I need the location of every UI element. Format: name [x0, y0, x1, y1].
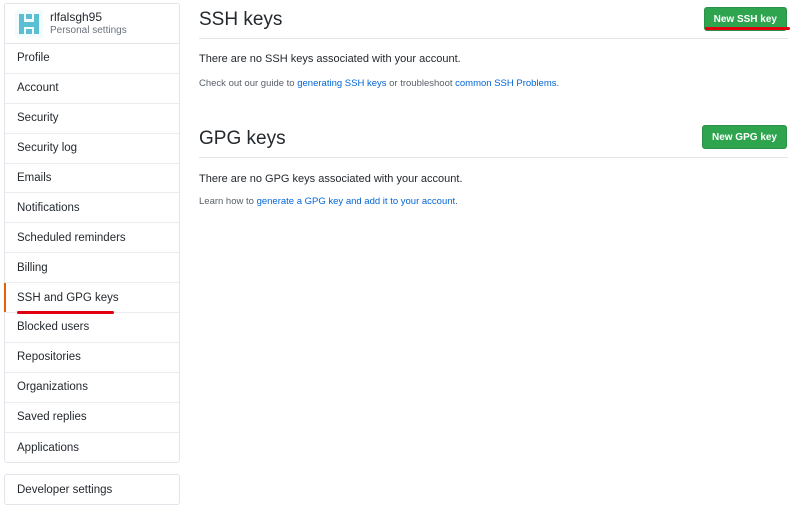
ssh-keys-title: SSH keys	[199, 9, 283, 30]
generating-ssh-keys-link[interactable]: generating SSH keys	[297, 78, 386, 89]
sidebar-item-organizations[interactable]: Organizations	[5, 373, 179, 403]
ssh-note-suffix: .	[556, 78, 560, 89]
sidebar-item-repositories[interactable]: Repositories	[5, 343, 179, 373]
sidebar-item-account[interactable]: Account	[5, 74, 179, 104]
new-gpg-key-button[interactable]: New GPG key	[701, 125, 787, 149]
common-ssh-problems-link[interactable]: common SSH Problems	[455, 78, 556, 89]
sidebar-item-label: SSH and GPG keys	[17, 291, 119, 304]
settings-sidebar: rlfalsgh95 Personal settings Profile Acc…	[4, 3, 180, 464]
ssh-note-middle: or troubleshoot	[386, 78, 456, 89]
sidebar-item-ssh-gpg-keys[interactable]: SSH and GPG keys	[4, 283, 179, 315]
avatar[interactable]	[15, 9, 43, 38]
gpg-keys-title: GPG keys	[199, 128, 286, 149]
gpg-note-suffix: .	[455, 196, 458, 207]
gpg-empty-message: There are no GPG keys associated with yo…	[199, 173, 463, 185]
ssh-section-header: SSH keys New SSH key	[199, 3, 788, 39]
sidebar-item-scheduled-reminders[interactable]: Scheduled reminders	[5, 223, 179, 254]
profile-text: rlfalsgh95 Personal settings	[50, 10, 127, 37]
identicon-icon	[15, 9, 43, 38]
ssh-note-prefix: Check out our guide to	[199, 78, 298, 89]
ssh-empty-message: There are no SSH keys associated with yo…	[199, 53, 461, 65]
gpg-note-prefix: Learn how to	[199, 196, 257, 207]
sidebar-item-saved-replies[interactable]: Saved replies	[5, 403, 179, 433]
sidebar-item-applications[interactable]: Applications	[5, 433, 179, 463]
sidebar-item-notifications[interactable]: Notifications	[5, 193, 179, 224]
profile-header[interactable]: rlfalsgh95 Personal settings	[5, 4, 179, 44]
sidebar-item-blocked-users[interactable]: Blocked users	[5, 313, 179, 343]
gpg-section-header: GPG keys New GPG key	[199, 122, 788, 158]
sidebar-item-developer-settings[interactable]: Developer settings	[4, 474, 180, 505]
sidebar-item-profile[interactable]: Profile	[5, 44, 179, 74]
sidebar-item-security[interactable]: Security	[5, 104, 179, 134]
sidebar-item-security-log[interactable]: Security log	[5, 134, 179, 164]
sidebar-item-billing[interactable]: Billing	[5, 253, 179, 284]
red-annotation-underline	[705, 27, 790, 30]
username[interactable]: rlfalsgh95	[50, 10, 127, 24]
sidebar-item-emails[interactable]: Emails	[5, 164, 179, 194]
generate-gpg-key-link[interactable]: generate a GPG key and add it to your ac…	[257, 196, 456, 207]
ssh-help-note: Check out our guide to generating SSH ke…	[199, 78, 559, 89]
gpg-help-note: Learn how to generate a GPG key and add …	[199, 196, 458, 207]
profile-subtitle: Personal settings	[50, 24, 127, 36]
